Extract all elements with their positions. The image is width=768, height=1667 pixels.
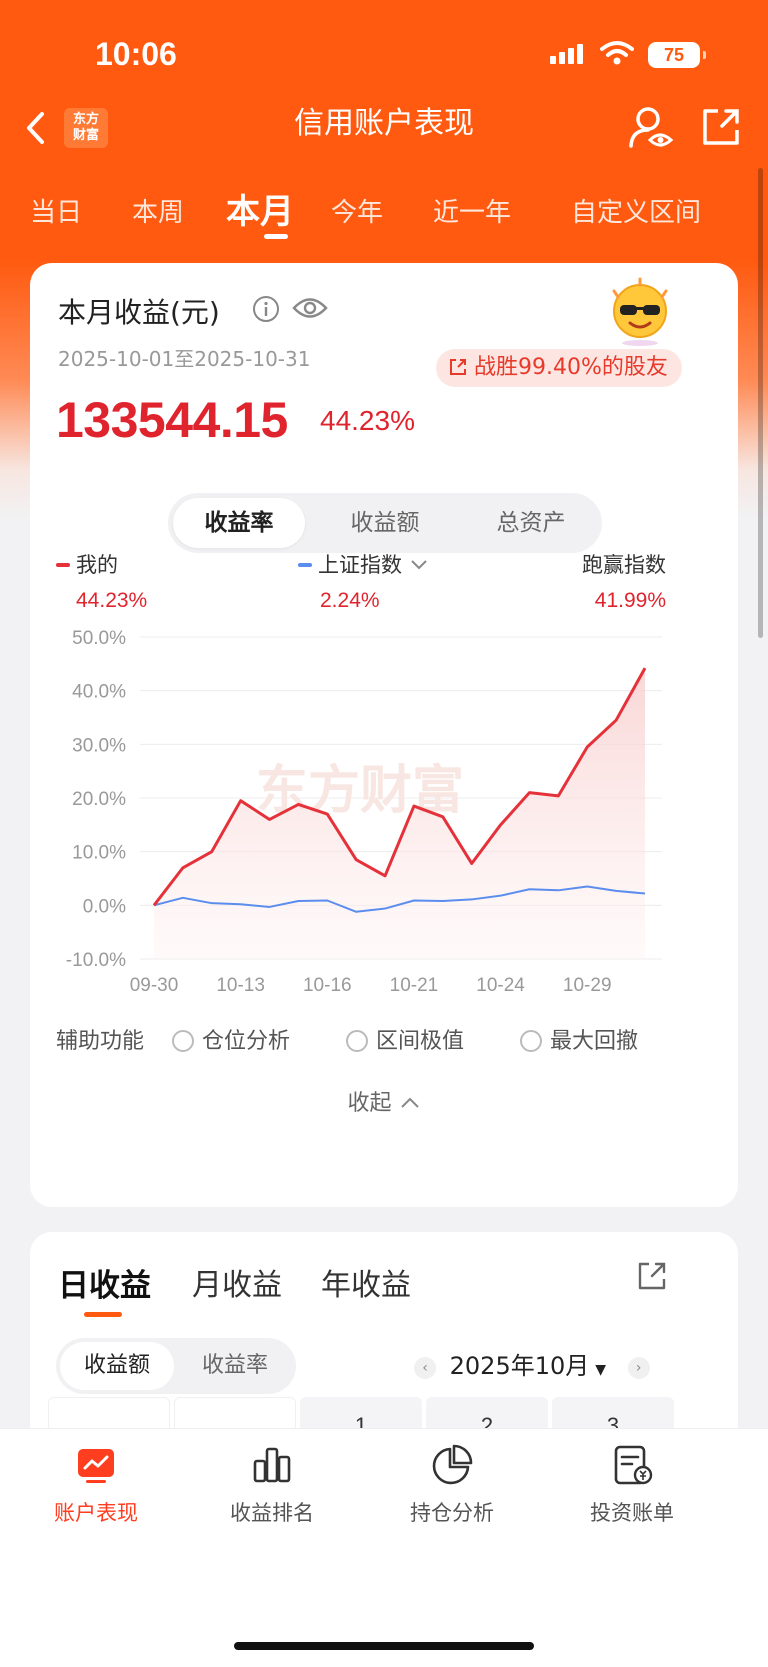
radio-icon — [346, 1030, 368, 1052]
caret-down-icon: ▼ — [595, 1362, 607, 1378]
legend-index[interactable]: 上证指数 2.24% — [298, 549, 429, 613]
aux-label: 辅助功能 — [56, 1029, 145, 1054]
y-tick-label: 30.0% — [72, 735, 126, 756]
income-percent: 44.23% — [320, 405, 415, 436]
aux-option-position-label: 仓位分析 — [202, 1029, 291, 1054]
aux-option-extreme[interactable]: 区间极值 — [346, 1023, 464, 1055]
legend-beat-label: 跑赢指数 — [582, 553, 666, 577]
bar-chart-icon — [253, 1447, 291, 1483]
status-bar: 10:06 75 — [0, 0, 768, 100]
user-privacy-icon[interactable] — [628, 106, 674, 150]
return-line-chart: 50.0%40.0%30.0%20.0%10.0%0.0%-10.0% 东方财富… — [66, 628, 662, 996]
x-tick-label: 09-30 — [130, 975, 179, 996]
legend-mine-swatch — [56, 563, 70, 567]
aux-option-drawdown[interactable]: 最大回撤 — [520, 1023, 638, 1055]
legend-beat: 跑赢指数 41.99% — [582, 549, 666, 613]
status-time: 10:06 — [95, 36, 177, 72]
nav-investment-statement[interactable]: 投资账单 — [536, 1443, 728, 1527]
y-tick-label: 0.0% — [83, 896, 126, 917]
eye-icon[interactable] — [292, 293, 328, 323]
wifi-icon — [600, 41, 634, 65]
x-tick-label: 10-24 — [476, 975, 525, 996]
aux-option-drawdown-label: 最大回撤 — [550, 1029, 639, 1054]
income-tab-indicator — [84, 1312, 122, 1317]
bottom-nav: 账户表现 收益排名 持仓分析 投资账单 — [0, 1428, 768, 1667]
bill-icon — [614, 1445, 653, 1485]
segment-income-amount[interactable]: 收益额 — [60, 1342, 174, 1390]
performance-card: 本月收益(元) 2025-10-01至2025-10-31 战胜99.40%的股… — [30, 263, 738, 1207]
beat-friends-badge[interactable]: 战胜99.40%的股友 — [436, 349, 682, 387]
month-label: 2025年10月 — [449, 1352, 590, 1380]
nav-label: 投资账单 — [590, 1501, 674, 1525]
nav-holdings-analysis[interactable]: 持仓分析 — [356, 1443, 548, 1527]
segment-total-assets[interactable]: 总资产 — [465, 498, 597, 548]
nav-label: 持仓分析 — [410, 1501, 494, 1525]
radio-icon — [172, 1030, 194, 1052]
scrollbar[interactable] — [758, 168, 763, 638]
home-indicator — [234, 1642, 534, 1650]
income-type-segment: 收益额 收益率 — [56, 1338, 296, 1394]
card-title: 本月收益(元) — [58, 296, 220, 329]
share-icon[interactable] — [636, 1260, 668, 1292]
tab-last-year[interactable]: 近一年 — [433, 192, 511, 229]
legend-index-label: 上证指数 — [318, 553, 402, 577]
y-tick-label: 50.0% — [72, 628, 126, 649]
tab-yearly-income[interactable]: 年收益 — [321, 1260, 411, 1304]
legend-mine: 我的 44.23% — [56, 549, 147, 613]
segment-return-rate[interactable]: 收益率 — [173, 498, 305, 548]
tab-year[interactable]: 今年 — [331, 192, 383, 229]
signal-icon — [550, 44, 586, 64]
next-month-icon[interactable]: › — [627, 1357, 650, 1379]
legend-index-value: 2.24% — [320, 589, 380, 612]
legend-mine-label: 我的 — [76, 553, 118, 577]
legend-mine-value: 44.23% — [76, 589, 148, 612]
tab-custom-range[interactable]: 自定义区间 — [571, 192, 701, 229]
aux-option-extreme-label: 区间极值 — [376, 1029, 465, 1054]
x-tick-label: 10-13 — [216, 975, 265, 996]
radio-icon — [520, 1030, 542, 1052]
y-tick-label: 40.0% — [72, 682, 126, 703]
x-tick-label: 10-16 — [303, 975, 352, 996]
x-tick-label: 10-29 — [563, 975, 612, 996]
external-link-icon — [450, 359, 466, 375]
aux-option-position[interactable]: 仓位分析 — [172, 1023, 290, 1055]
x-tick-label: 10-21 — [390, 975, 439, 996]
month-picker[interactable]: ‹ 2025年10月 ▼ › — [414, 1346, 650, 1381]
y-tick-label: 20.0% — [72, 789, 126, 810]
tab-today[interactable]: 当日 — [30, 192, 82, 229]
income-amount: 133544.15 — [56, 392, 288, 448]
pie-chart-icon — [432, 1444, 473, 1485]
tab-monthly-income[interactable]: 月收益 — [192, 1260, 282, 1304]
performance-chart-icon — [78, 1449, 114, 1483]
prev-month-icon[interactable]: ‹ — [414, 1357, 436, 1379]
tab-month[interactable]: 本月 — [226, 184, 294, 233]
tab-week[interactable]: 本周 — [132, 192, 184, 229]
mascot-emoji-icon — [612, 277, 668, 346]
collapse-label: 收起 — [347, 1091, 392, 1116]
legend-index-swatch — [298, 563, 312, 567]
beat-text: 战胜99.40%的股友 — [474, 355, 668, 380]
share-icon[interactable] — [700, 106, 742, 148]
chevron-up-icon — [400, 1097, 419, 1108]
tab-daily-income[interactable]: 日收益 — [58, 1260, 151, 1305]
nav-label: 收益排名 — [230, 1501, 314, 1525]
legend-beat-value: 41.99% — [594, 589, 666, 612]
metric-segment: 收益率 收益额 总资产 — [168, 493, 602, 553]
segment-income-rate[interactable]: 收益率 — [178, 1342, 292, 1390]
tab-active-indicator — [264, 234, 288, 239]
battery-icon: 75 — [648, 42, 706, 68]
info-icon[interactable] — [252, 295, 280, 323]
chevron-down-icon — [410, 560, 427, 570]
y-tick-label: -10.0% — [66, 950, 126, 971]
y-tick-label: 10.0% — [72, 843, 126, 864]
date-range: 2025-10-01至2025-10-31 — [58, 347, 311, 371]
nav-income-ranking[interactable]: 收益排名 — [176, 1443, 368, 1527]
nav-label: 账户表现 — [54, 1501, 138, 1525]
period-tabs: 当日 本周 本月 今年 近一年 自定义区间 — [0, 180, 768, 240]
segment-return-amount[interactable]: 收益额 — [319, 498, 451, 548]
nav-account-performance[interactable]: 账户表现 — [0, 1443, 192, 1527]
collapse-button[interactable]: 收起 — [30, 1085, 738, 1117]
nav-bar: 东方 财富 信用账户表现 — [0, 92, 768, 162]
